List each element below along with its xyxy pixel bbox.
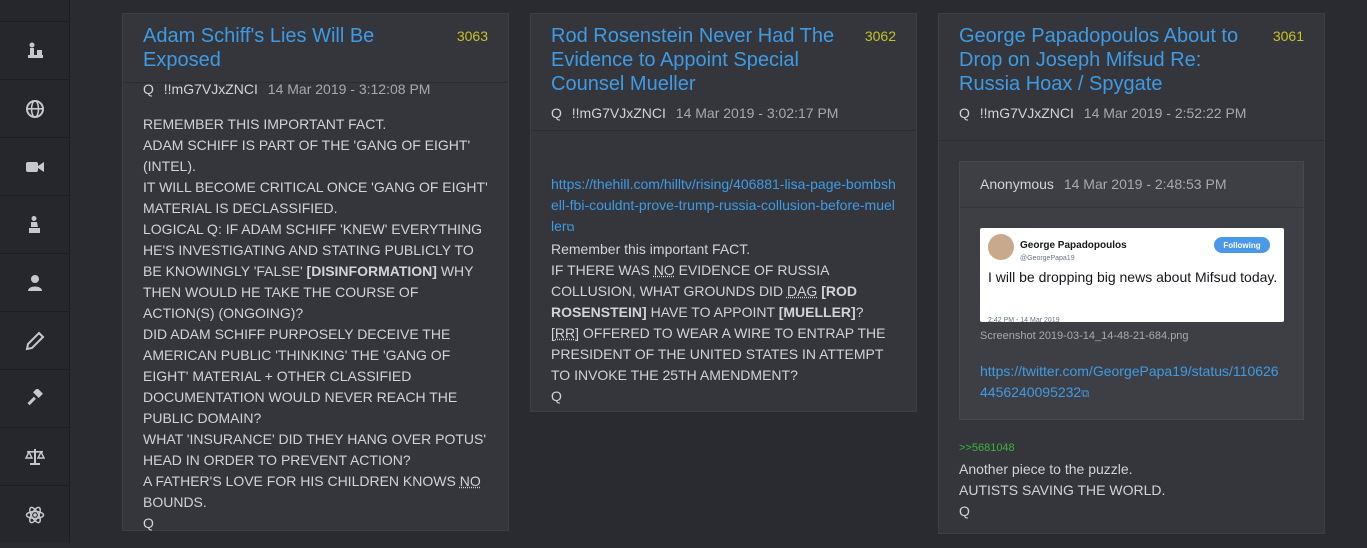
scales-icon [24,448,45,465]
post-number[interactable]: 3061 [1273,28,1304,44]
post-bold-text: [MUELLER] [778,304,856,320]
post-tripcode: !!mG7VJxZNCI [979,105,1074,121]
post-line: LOGICAL Q: IF ADAM SCHIFF 'KNEW' EVERYTH… [143,219,488,324]
post-signature: Q [551,388,562,404]
tweet-screenshot-image[interactable]: George Papadopoulos @GeorgePapa19 Follow… [980,228,1284,324]
video-camera-icon [25,161,44,172]
user-icon [27,274,42,291]
post-header: Rod Rosenstein Never Had The Evidence to… [531,14,916,131]
post-date: 14 Mar 2019 - 3:02:17 PM [675,105,839,121]
sidebar-item-podium[interactable] [0,195,69,253]
post-card: Rod Rosenstein Never Had The Evidence to… [530,13,917,412]
post-author: Q [959,105,970,121]
sidebar-item-scales[interactable] [0,427,69,485]
post-bold-text: [DISINFORMATION] [306,263,437,279]
post-underlined-text: NO [653,262,675,278]
gavel-icon [26,388,43,405]
post-body: REMEMBER THIS IMPORTANT FACT. ADAM SCHIF… [123,83,508,548]
post-meta: Q !!mG7VJxZNCI 14 Mar 2019 - 3:02:17 PM [551,105,896,121]
post-text: A FATHER'S LOVE FOR HIS CHILDREN KNOWS [143,473,456,489]
post-body: Anonymous 14 Mar 2019 - 2:48:53 PM Georg… [939,141,1324,536]
post-line: Remember this important FACT. [551,241,751,257]
sidebar-item-user[interactable] [0,253,69,311]
post-line: A FATHER'S LOVE FOR HIS CHILDREN KNOWS N… [143,471,488,513]
pencil-icon [25,331,44,350]
person-podium-icon [28,215,40,233]
external-link-icon[interactable]: ⧉ [567,222,575,234]
tweet-follow-badge: Following [1214,237,1270,253]
post-header: George Papadopoulos About to Drop on Jos… [939,14,1324,141]
post-header: Adam Schiff's Lies Will Be Exposed 3063 … [123,14,508,97]
post-line: ADAM SCHIFF IS PART OF THE 'GANG OF EIGH… [143,137,471,174]
sidebar-item-atom[interactable] [0,485,69,543]
post-line: Another piece to the puzzle. [959,461,1133,477]
post-line: IT WILL BECOME CRITICAL ONCE 'GANG OF EI… [143,179,488,216]
sidebar-item-globe[interactable] [0,79,69,137]
post-signature: Q [959,503,970,519]
post-line: AUTISTS SAVING THE WORLD. [959,482,1166,498]
post-number[interactable]: 3063 [457,28,488,44]
post-text: IF THERE WAS [551,262,650,278]
post-tripcode: !!mG7VJxZNCI [571,105,666,121]
post-underlined-text: DAG [786,283,818,299]
post-text: OFFERED TO WEAR A WIRE TO ENTRAP THE PRE… [551,325,886,383]
quoted-post-link-text[interactable]: https://twitter.com/GeorgePapa19/status/… [980,363,1279,400]
post-title[interactable]: Rod Rosenstein Never Had The Evidence to… [551,24,838,96]
post-title[interactable]: Adam Schiff's Lies Will Be Exposed [143,24,430,72]
post-line: IF THERE WAS NO EVIDENCE OF RUSSIA COLLU… [551,260,896,323]
tweet-text: I will be dropping big news about Mifsud… [988,269,1278,285]
post-meta: Q !!mG7VJxZNCI 14 Mar 2019 - 3:12:08 PM [143,81,488,97]
chess-icon [27,42,43,58]
quoted-post: Anonymous 14 Mar 2019 - 2:48:53 PM Georg… [959,161,1304,420]
globe-icon [25,99,44,118]
post-underlined-text: [RR] [551,325,579,341]
post-author: Q [143,81,154,97]
post-line: WHAT 'INSURANCE' DID THEY HANG OVER POTU… [143,431,487,468]
quoted-post-author: Anonymous [980,176,1054,192]
post-meta: Q !!mG7VJxZNCI 14 Mar 2019 - 2:52:22 PM [959,105,1304,121]
post-line: REMEMBER THIS IMPORTANT FACT. [143,116,387,132]
post-tripcode: !!mG7VJxZNCI [163,81,258,97]
atom-icon [25,506,44,523]
reply-reference-link[interactable]: >>5681048 [959,438,1304,459]
sidebar-item-chess[interactable] [0,21,69,79]
post-body: https://thehill.com/hilltv/rising/406881… [531,131,916,421]
post-underlined-text: NO [459,473,481,489]
post-card: Adam Schiff's Lies Will Be Exposed 3063 … [122,13,509,531]
post-date: 14 Mar 2019 - 3:12:08 PM [267,81,431,97]
avatar [988,234,1014,260]
sidebar-item-video[interactable] [0,137,69,195]
sidebar-item-gavel[interactable] [0,369,69,427]
quoted-post-body: George Papadopoulos @GeorgePapa19 Follow… [960,208,1303,419]
quoted-post-date: 14 Mar 2019 - 2:48:53 PM [1063,176,1227,192]
post-text: BOUNDS. [143,494,207,510]
sidebar-item-pencil[interactable] [0,311,69,369]
quoted-post-link[interactable]: https://twitter.com/GeorgePapa19/status/… [980,361,1283,405]
tweet-author-handle: @GeorgePapa19 [1020,255,1075,262]
post-line: [RR] OFFERED TO WEAR A WIRE TO ENTRAP TH… [551,323,896,386]
post-link[interactable]: https://thehill.com/hilltv/rising/406881… [551,174,896,239]
post-signature: Q [143,515,154,531]
post-text: HAVE TO APPOINT [650,304,775,320]
external-link-icon[interactable]: ⧉ [1081,388,1089,400]
post-title[interactable]: George Papadopoulos About to Drop on Jos… [959,24,1246,96]
tweet-time: 2:42 PM - 14 Mar 2019 [988,317,1060,324]
post-number[interactable]: 3062 [865,28,896,44]
quoted-post-header: Anonymous 14 Mar 2019 - 2:48:53 PM [960,162,1303,208]
post-link-text[interactable]: https://thehill.com/hilltv/rising/406881… [551,176,896,234]
post-date: 14 Mar 2019 - 2:52:22 PM [1083,105,1247,121]
post-card: George Papadopoulos About to Drop on Jos… [938,13,1325,534]
post-text: ? [855,304,864,320]
post-line: DID ADAM SCHIFF PURPOSELY DECEIVE THE AM… [143,326,458,426]
sidebar [0,0,70,543]
post-author: Q [551,105,562,121]
